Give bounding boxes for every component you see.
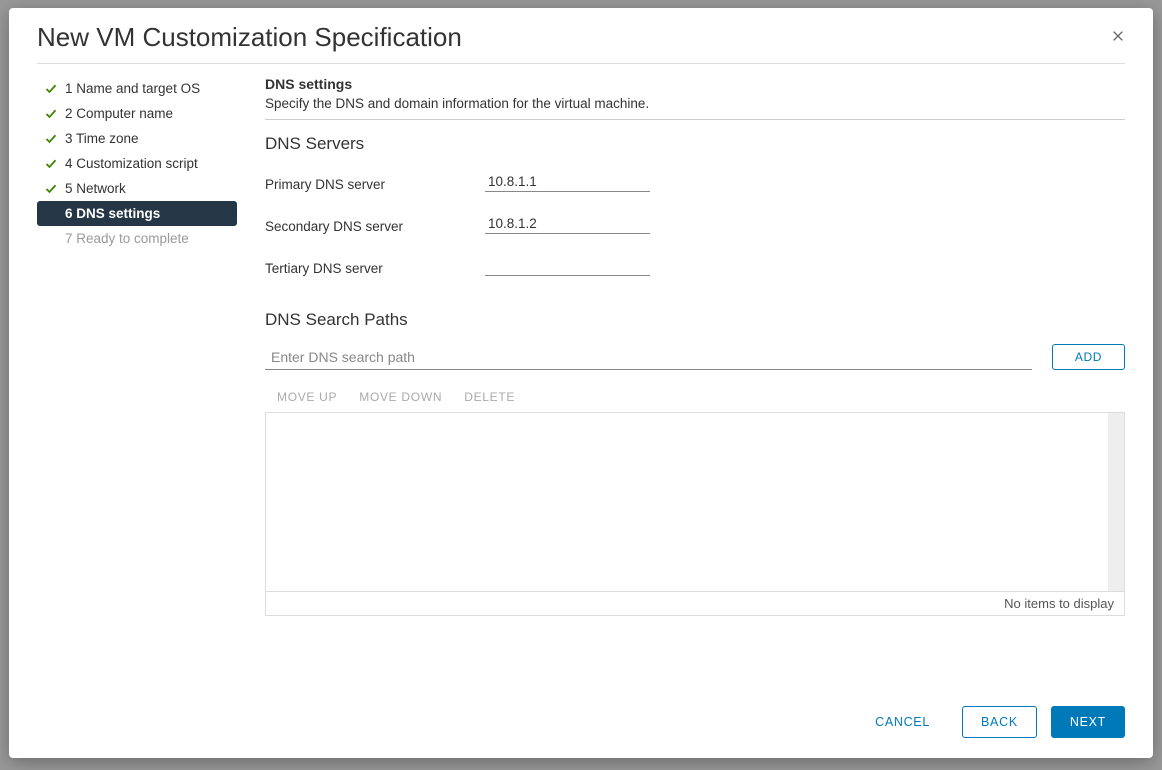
modal-header: New VM Customization Specification [9, 8, 1153, 63]
dns-search-heading: DNS Search Paths [265, 310, 1125, 330]
dns-search-row: ADD [265, 344, 1125, 370]
list-empty-text: No items to display [265, 592, 1125, 616]
modal-body: 1 Name and target OS 2 Computer name 3 T… [9, 64, 1153, 690]
wizard-modal: New VM Customization Specification 1 Nam… [9, 8, 1153, 758]
section-description: Specify the DNS and domain information f… [265, 96, 1125, 111]
dns-servers-heading: DNS Servers [265, 134, 1125, 154]
secondary-dns-row: Secondary DNS server [265, 214, 1125, 234]
primary-dns-label: Primary DNS server [265, 177, 485, 192]
check-icon [43, 183, 59, 195]
tertiary-dns-input[interactable] [485, 256, 650, 276]
move-down-button[interactable]: MOVE DOWN [359, 390, 442, 404]
step-label: 7 Ready to complete [65, 231, 189, 246]
step-name-and-os[interactable]: 1 Name and target OS [37, 76, 237, 101]
add-search-path-button[interactable]: ADD [1052, 344, 1125, 370]
dns-search-input[interactable] [265, 345, 1032, 370]
primary-dns-row: Primary DNS server [265, 172, 1125, 192]
step-label: 2 Computer name [65, 106, 173, 121]
primary-dns-input[interactable] [485, 172, 650, 192]
step-label: 6 DNS settings [65, 206, 160, 221]
list-viewport [266, 413, 1108, 591]
move-up-button[interactable]: MOVE UP [277, 390, 337, 404]
modal-title: New VM Customization Specification [37, 22, 462, 53]
modal-backdrop: New VM Customization Specification 1 Nam… [0, 0, 1162, 770]
step-customization-script[interactable]: 4 Customization script [37, 151, 237, 176]
step-label: 1 Name and target OS [65, 81, 200, 96]
step-label: 3 Time zone [65, 131, 139, 146]
delete-button[interactable]: DELETE [464, 390, 515, 404]
secondary-dns-input[interactable] [485, 214, 650, 234]
next-button[interactable]: NEXT [1051, 706, 1125, 738]
wizard-steps: 1 Name and target OS 2 Computer name 3 T… [37, 76, 247, 690]
back-button[interactable]: BACK [962, 706, 1037, 738]
step-content: DNS settings Specify the DNS and domain … [247, 76, 1125, 690]
check-icon [43, 133, 59, 145]
step-computer-name[interactable]: 2 Computer name [37, 101, 237, 126]
check-icon [43, 158, 59, 170]
step-label: 4 Customization script [65, 156, 198, 171]
step-time-zone[interactable]: 3 Time zone [37, 126, 237, 151]
secondary-dns-label: Secondary DNS server [265, 219, 485, 234]
search-path-list [265, 412, 1125, 592]
wizard-footer: CANCEL BACK NEXT [9, 690, 1153, 758]
section-divider [265, 119, 1125, 120]
tertiary-dns-row: Tertiary DNS server [265, 256, 1125, 276]
check-icon [43, 108, 59, 120]
close-icon[interactable] [1111, 28, 1125, 48]
cancel-button[interactable]: CANCEL [857, 706, 948, 738]
list-scrollbar[interactable] [1108, 413, 1124, 591]
tertiary-dns-label: Tertiary DNS server [265, 261, 485, 276]
step-ready-to-complete: 7 Ready to complete [37, 226, 237, 251]
search-path-toolbar: MOVE UP MOVE DOWN DELETE [265, 384, 1125, 410]
step-label: 5 Network [65, 181, 126, 196]
step-network[interactable]: 5 Network [37, 176, 237, 201]
section-title: DNS settings [265, 76, 1125, 92]
check-icon [43, 83, 59, 95]
step-dns-settings[interactable]: 6 DNS settings [37, 201, 237, 226]
